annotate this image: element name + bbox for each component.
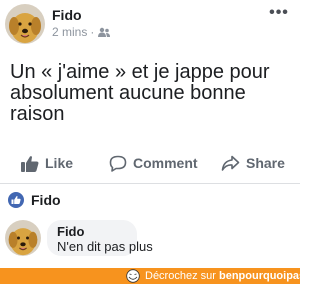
like-label: Like (45, 155, 74, 171)
action-bar: Like Comment Share (0, 148, 300, 178)
comment-icon (109, 155, 127, 172)
more-icon: ••• (269, 4, 289, 21)
watermark-text[interactable]: Décrochez sur benpourquoipas.com (145, 269, 320, 283)
post-time[interactable]: 2 mins (52, 25, 87, 39)
action-divider (0, 183, 300, 184)
troll-face-icon (126, 269, 140, 283)
watermark-site: benpourquoipas.com (218, 270, 320, 282)
thumbs-up-icon (21, 155, 39, 172)
friends-icon[interactable] (97, 27, 111, 37)
share-icon (221, 155, 240, 171)
meta-separator: · (90, 25, 95, 39)
post-text: Un « j'aime » et je jappe pour absolumen… (10, 61, 270, 125)
comment-text: N'en dit pas plus (57, 239, 153, 254)
more-options-button[interactable]: ••• (268, 5, 290, 22)
reaction-summary[interactable]: Fido (8, 190, 61, 210)
comment-item: Fido N'en dit pas plus (0, 216, 300, 266)
commenter-avatar[interactable] (5, 220, 41, 256)
comment-bubble: Fido N'en dit pas plus (47, 220, 153, 256)
share-button[interactable]: Share (221, 148, 285, 178)
comment-button[interactable]: Comment (109, 148, 198, 178)
author-name[interactable]: Fido (52, 7, 82, 23)
watermark-bar: Décrochez sur benpourquoipas.com (0, 268, 320, 284)
watermark-prefix: Décrochez sur (145, 270, 219, 282)
post-meta: 2 mins · (52, 25, 111, 39)
share-label: Share (246, 155, 285, 171)
like-button[interactable]: Like (21, 148, 73, 178)
like-reaction-icon (8, 192, 24, 208)
post-header: Fido 2 mins · ••• (0, 0, 300, 50)
comment-label: Comment (133, 155, 198, 171)
dog-avatar-icon (5, 4, 45, 44)
dog-avatar-icon (5, 220, 41, 256)
author-avatar[interactable] (5, 4, 45, 44)
comment-author[interactable]: Fido (57, 224, 127, 239)
reaction-names: Fido (31, 192, 61, 208)
